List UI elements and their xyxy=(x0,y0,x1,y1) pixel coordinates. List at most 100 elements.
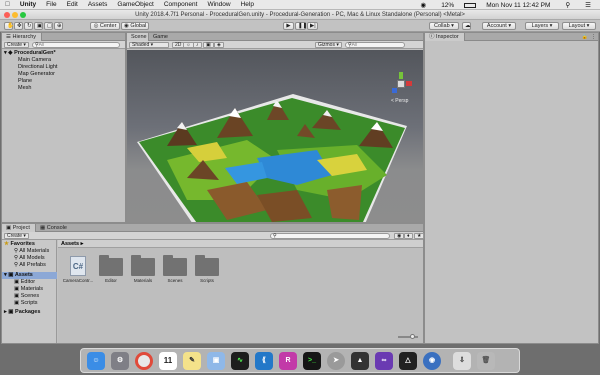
rider-icon[interactable]: R xyxy=(279,352,297,370)
minimize-window-button[interactable] xyxy=(12,12,18,18)
pivot-toggle-button[interactable]: ◎ Center xyxy=(90,22,120,30)
asset-label-materials[interactable]: Materials xyxy=(126,278,160,283)
preview-icon[interactable]: ▣ xyxy=(207,352,225,370)
slider-handle[interactable] xyxy=(410,334,415,339)
battery-icon[interactable] xyxy=(464,2,477,8)
unity-icon[interactable]: ▲ xyxy=(351,352,369,370)
scene-viewport[interactable]: < Persp xyxy=(127,50,423,222)
play-button[interactable]: ▶ xyxy=(283,22,294,30)
layout-button[interactable]: Layout ▾ xyxy=(562,22,596,30)
gizmos-dropdown[interactable]: Gizmos ▾ xyxy=(315,42,342,48)
clock[interactable]: Mon Nov 11 12:42 PM xyxy=(481,2,555,9)
asset-label-editor[interactable]: Editor xyxy=(94,278,128,283)
tab-inspector[interactable]: ⓘ Inspector xyxy=(425,33,465,41)
account-button[interactable]: Account ▾ xyxy=(482,22,516,30)
wifi-icon[interactable]: ◉ xyxy=(416,1,432,9)
asset-label-scenes[interactable]: Scenes xyxy=(158,278,192,283)
hierarchy-item-map-generator[interactable]: Map Generator xyxy=(18,71,55,78)
shading-mode-dropdown[interactable]: Shaded ▾ xyxy=(129,42,169,48)
notes-icon[interactable]: ✎ xyxy=(183,352,201,370)
scene-root-item[interactable]: ▾ ◆ ProceduralGen* xyxy=(4,50,56,57)
activity-monitor-icon[interactable]: ∿ xyxy=(231,352,249,370)
panel-menu-icon[interactable]: ⋮ xyxy=(591,34,596,40)
lock-icon[interactable]: 🔒 xyxy=(582,34,588,40)
vscode-icon[interactable]: ⟪ xyxy=(255,352,273,370)
menu-assets[interactable]: Assets xyxy=(83,1,113,8)
layers-button[interactable]: Layers ▾ xyxy=(525,22,559,30)
downloads-icon[interactable]: ⇩ xyxy=(453,352,471,370)
favorite-all-materials[interactable]: ⚲ All Materials xyxy=(14,248,49,255)
unity-hub-icon[interactable]: △ xyxy=(399,352,417,370)
project-search-input[interactable]: ⚲ xyxy=(270,233,390,239)
menu-help[interactable]: Help xyxy=(236,1,259,8)
move-tool-button[interactable]: ✥ xyxy=(14,22,23,30)
folder-icon[interactable] xyxy=(195,255,219,276)
perspective-label[interactable]: < Persp xyxy=(391,98,408,104)
chrome-icon[interactable] xyxy=(135,352,153,370)
visual-studio-icon[interactable]: ∞ xyxy=(375,352,393,370)
menu-edit[interactable]: Edit xyxy=(62,1,83,8)
menu-component[interactable]: Component xyxy=(159,1,203,8)
rotate-tool-button[interactable]: ↻ xyxy=(24,22,33,30)
hierarchy-search-input[interactable]: ⚲All xyxy=(32,42,120,48)
favorites-header[interactable]: ★ Favorites xyxy=(4,241,35,248)
tab-game[interactable]: Game xyxy=(149,33,173,41)
favorite-all-models[interactable]: ⚲ All Models xyxy=(14,255,45,262)
tab-project[interactable]: ▣ Project xyxy=(2,224,36,232)
menu-gameobject[interactable]: GameObject xyxy=(112,1,159,8)
rect-tool-button[interactable]: ▢ xyxy=(44,22,53,30)
apple-menu-icon[interactable]:  xyxy=(0,1,15,8)
hierarchy-item-mesh[interactable]: Mesh xyxy=(18,85,31,92)
menu-file[interactable]: File xyxy=(41,1,61,8)
trash-icon[interactable]: 🗑 xyxy=(477,352,495,370)
favorite-all-prefabs[interactable]: ⚲ All Prefabs xyxy=(14,262,46,269)
transform-tool-button[interactable]: ⊕ xyxy=(54,22,63,30)
hierarchy-item-main-camera[interactable]: Main Camera xyxy=(18,57,51,64)
favorite-star-icon[interactable]: ★ xyxy=(414,233,425,239)
scene-orientation-gizmo[interactable] xyxy=(389,72,413,96)
cleanup-icon[interactable]: ◉ xyxy=(423,352,441,370)
cloud-icon[interactable]: ☁ xyxy=(462,22,471,30)
step-button[interactable]: ▶| xyxy=(307,22,318,30)
filter-by-type-icon[interactable]: ◉ xyxy=(394,233,405,239)
folder-icon[interactable] xyxy=(99,255,123,276)
collab-button[interactable]: Collab ▾ xyxy=(429,22,459,30)
hidden-objects-icon[interactable]: ◈ xyxy=(214,42,224,48)
hierarchy-item-plane[interactable]: Plane xyxy=(18,78,32,85)
effects-toggle-icon[interactable]: ▣ xyxy=(203,42,214,48)
hierarchy-item-directional-light[interactable]: Directional Light xyxy=(18,64,57,71)
menu-list-icon[interactable]: ☰ xyxy=(580,1,596,9)
icon-size-slider[interactable] xyxy=(398,336,418,338)
filter-by-label-icon[interactable]: ♦ xyxy=(404,233,413,239)
csharp-script-icon[interactable]: C# xyxy=(70,256,86,276)
scale-tool-button[interactable]: ▣ xyxy=(34,22,43,30)
calendar-icon[interactable]: 11 xyxy=(159,352,177,370)
space-toggle-button[interactable]: ◉ Global xyxy=(121,22,149,30)
menu-window[interactable]: Window xyxy=(202,1,235,8)
pause-button[interactable]: ❚❚ xyxy=(295,22,307,30)
project-create-button[interactable]: Create ▾ xyxy=(4,233,29,239)
maximize-window-button[interactable] xyxy=(20,12,26,18)
asset-label-cameracontroller[interactable]: CameraContr... xyxy=(61,278,95,283)
close-window-button[interactable] xyxy=(4,12,10,18)
system-preferences-icon[interactable]: ⚙ xyxy=(111,352,129,370)
terminal-icon[interactable]: >_ xyxy=(303,352,321,370)
lighting-toggle-icon[interactable]: ☼ xyxy=(183,42,194,48)
tree-folder-scripts[interactable]: ▣ Scripts xyxy=(14,300,38,307)
assets-root-item[interactable]: ▾ ▣ Assets xyxy=(2,272,57,279)
hand-tool-button[interactable]: ✋ xyxy=(4,22,14,30)
tree-folder-scenes[interactable]: ▣ Scenes xyxy=(14,293,39,300)
hierarchy-create-button[interactable]: Create ▾ xyxy=(4,42,29,48)
folder-icon[interactable] xyxy=(163,255,187,276)
tab-scene[interactable]: Scene xyxy=(127,33,149,41)
packages-item[interactable]: ▸ ▣ Packages xyxy=(4,309,40,316)
tab-console[interactable]: ▦ Console xyxy=(36,224,70,232)
folder-icon[interactable] xyxy=(131,255,155,276)
search-icon[interactable]: ⚲ xyxy=(560,1,575,9)
breadcrumb-assets[interactable]: Assets xyxy=(61,241,79,247)
scene-search-input[interactable]: ⚲All xyxy=(345,42,405,48)
tab-hierarchy[interactable]: ☰ Hierarchy xyxy=(2,33,42,41)
tree-folder-editor[interactable]: ▣ Editor xyxy=(14,279,35,286)
menu-unity[interactable]: Unity xyxy=(15,1,41,8)
finder-icon[interactable]: ☺ xyxy=(87,352,105,370)
